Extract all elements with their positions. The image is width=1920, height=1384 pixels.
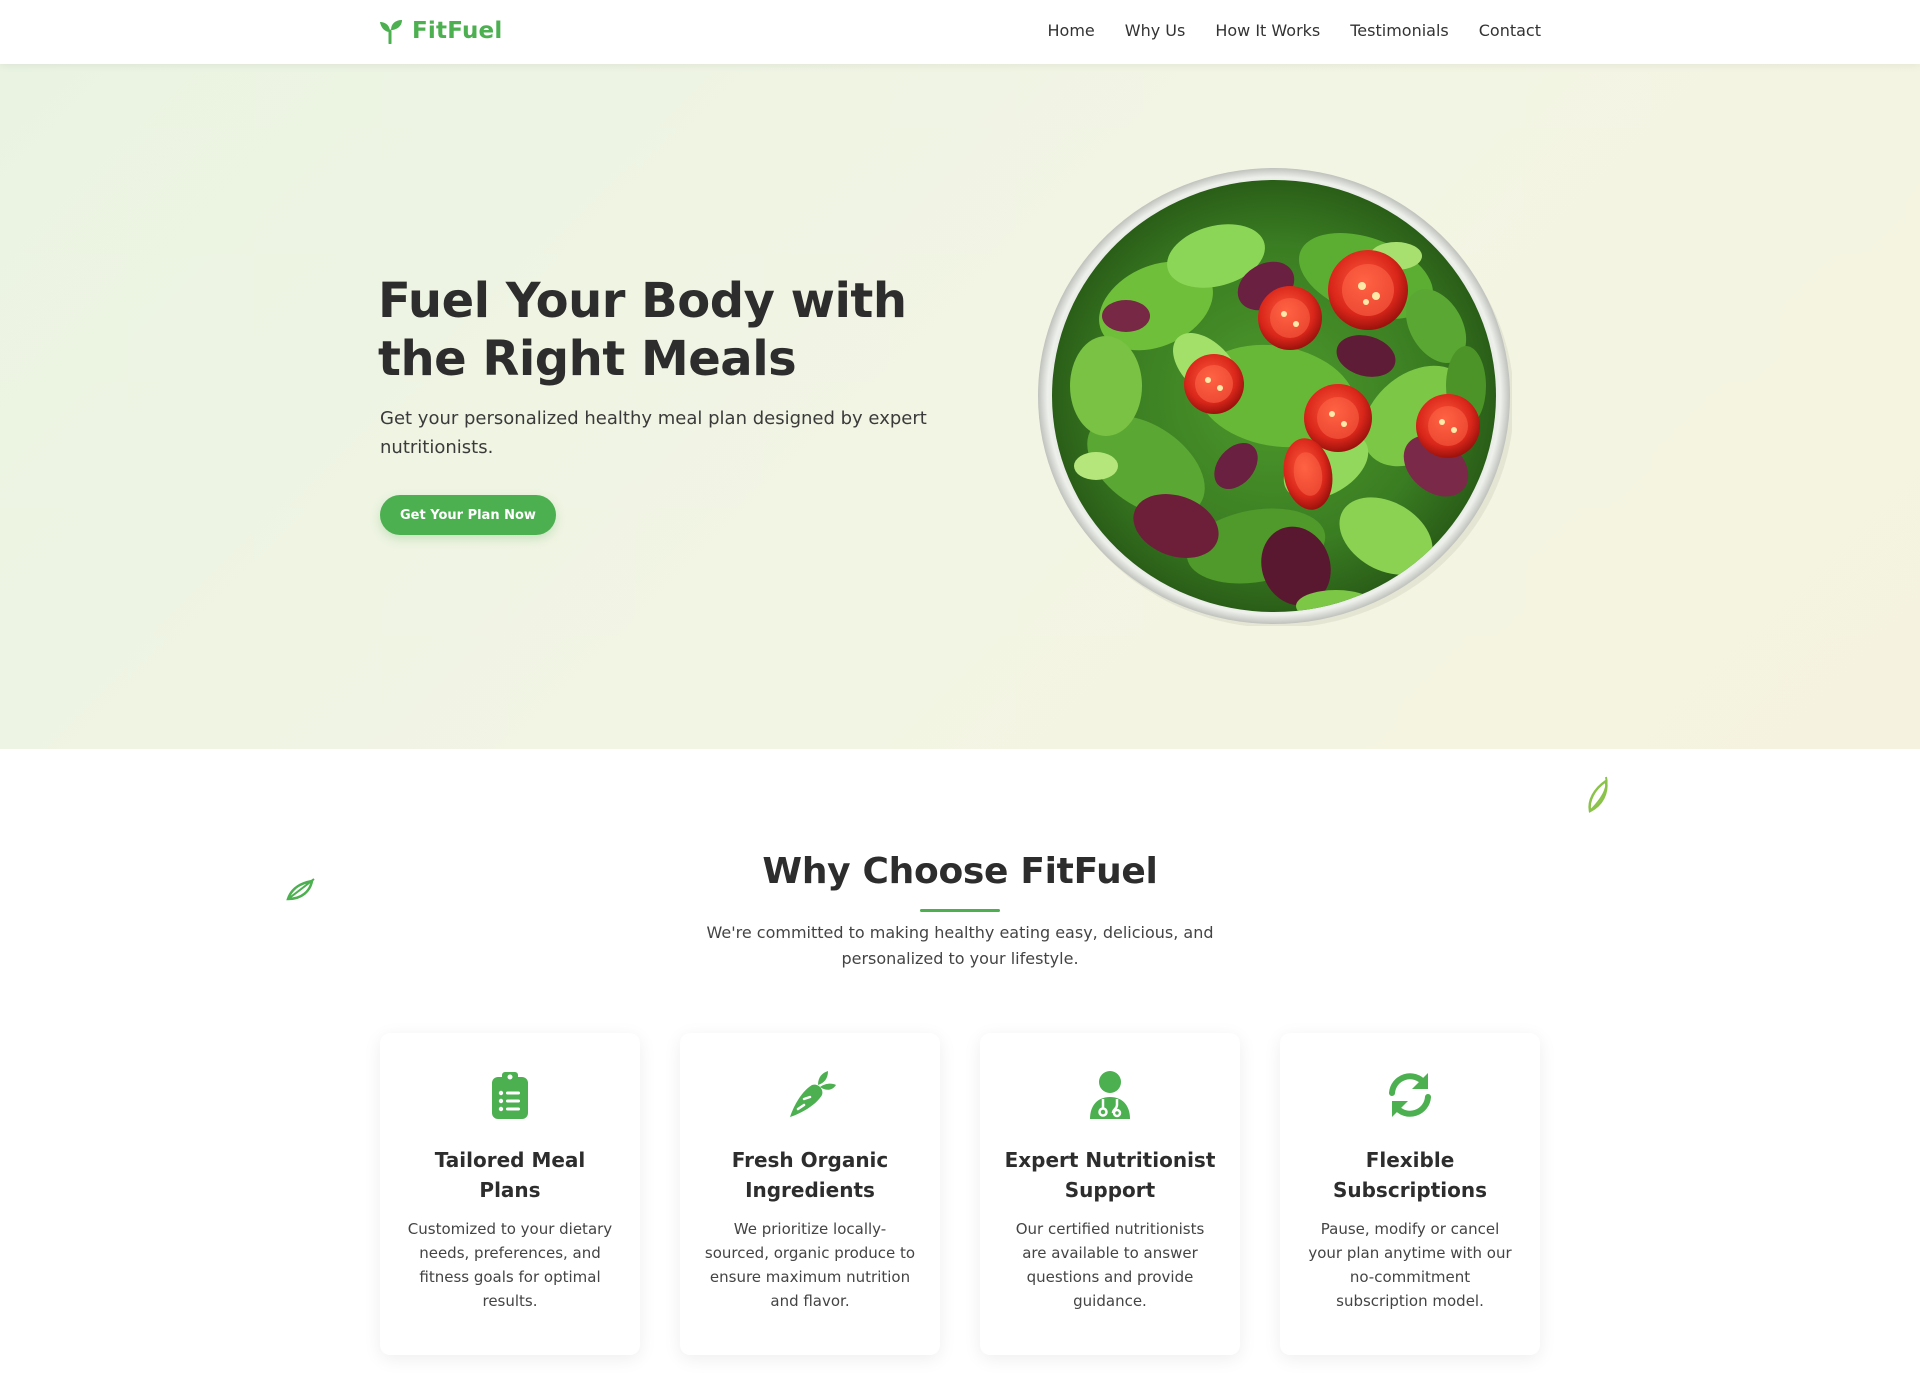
card-title: Flexible Subscriptions xyxy=(1332,1148,1488,1202)
card-text: Our certified nutritionists are availabl… xyxy=(1015,1220,1205,1310)
feature-cards: Tailored Meal Plans Customized to your d… xyxy=(380,1033,1540,1355)
nav-menu: Home Why Us How It Works Testimonials Co… xyxy=(1048,21,1541,40)
refresh-icon xyxy=(1384,1069,1436,1121)
feature-card-meal-plans: Tailored Meal Plans Customized to your d… xyxy=(380,1033,640,1355)
clipboard-list-icon xyxy=(484,1069,536,1121)
hero-section: Fuel Your Body with the Right Meals Get … xyxy=(0,64,1920,749)
card-text: Customized to your dietary needs, prefer… xyxy=(407,1220,613,1310)
get-plan-button[interactable]: Get Your Plan Now xyxy=(380,495,556,535)
nav-link-home[interactable]: Home xyxy=(1048,21,1095,40)
sprout-icon xyxy=(380,20,402,44)
section-subtitle: We're committed to making healthy eating… xyxy=(706,923,1214,968)
nav-link-testimonials[interactable]: Testimonials xyxy=(1350,21,1449,40)
brand-logo-link[interactable]: FitFuel xyxy=(378,18,502,44)
feature-card-organic: Fresh Organic Ingredients We prioritize … xyxy=(680,1033,940,1355)
doctor-icon xyxy=(1084,1069,1136,1121)
navbar: FitFuel Home Why Us How It Works Testimo… xyxy=(0,0,1920,64)
card-title: Expert Nutritionist Support xyxy=(1004,1148,1216,1202)
feature-card-subscriptions: Flexible Subscriptions Pause, modify or … xyxy=(1280,1033,1540,1355)
salad-bowl-image xyxy=(1036,166,1512,626)
nav-link-contact[interactable]: Contact xyxy=(1479,21,1541,40)
nav-link-why-us[interactable]: Why Us xyxy=(1125,21,1186,40)
leaf-decoration-icon xyxy=(1586,775,1612,815)
card-text: Pause, modify or cancel your plan anytim… xyxy=(1308,1220,1512,1310)
title-underline xyxy=(920,909,1000,912)
card-title: Fresh Organic Ingredients xyxy=(731,1148,889,1202)
feature-card-nutritionist: Expert Nutritionist Support Our certifie… xyxy=(980,1033,1240,1355)
brand-name: FitFuel xyxy=(412,18,503,44)
why-choose-section: Why Choose FitFuel We're committed to ma… xyxy=(0,749,1920,1384)
section-title: Why Choose FitFuel xyxy=(762,851,1158,892)
card-text: We prioritize locally-sourced, organic p… xyxy=(704,1220,916,1310)
hero-title: Fuel Your Body with the Right Meals xyxy=(378,273,907,387)
hero-subtitle: Get your personalized healthy meal plan … xyxy=(380,408,927,458)
carrot-icon xyxy=(784,1069,836,1121)
nav-link-how-it-works[interactable]: How It Works xyxy=(1215,21,1320,40)
card-title: Tailored Meal Plans xyxy=(434,1148,586,1202)
